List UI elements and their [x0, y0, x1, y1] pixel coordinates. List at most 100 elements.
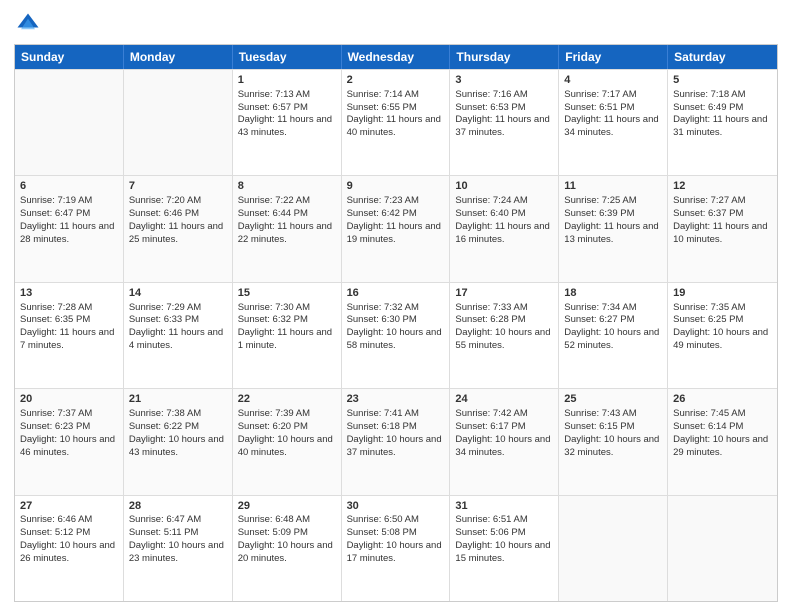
daylight-text: Daylight: 11 hours and 13 minutes.	[564, 221, 658, 245]
daylight-text: Daylight: 10 hours and 40 minutes.	[238, 434, 333, 458]
calendar-body: 1Sunrise: 7:13 AMSunset: 6:57 PMDaylight…	[15, 69, 777, 601]
calendar-cell: 2Sunrise: 7:14 AMSunset: 6:55 PMDaylight…	[342, 70, 451, 175]
daylight-text: Daylight: 11 hours and 4 minutes.	[129, 327, 223, 351]
daylight-text: Daylight: 11 hours and 10 minutes.	[673, 221, 767, 245]
daylight-text: Daylight: 10 hours and 37 minutes.	[347, 434, 442, 458]
calendar-cell: 3Sunrise: 7:16 AM Sunset: 6:53 PMDaylight…	[450, 70, 559, 175]
logo-area	[14, 10, 46, 38]
daylight-text: Daylight: 10 hours and 46 minutes.	[20, 434, 115, 458]
day-number: 22	[238, 392, 336, 407]
daylight-text: Daylight: 10 hours and 20 minutes.	[238, 540, 333, 564]
sunset-text: Sunset: 6:35 PM	[20, 314, 90, 325]
sunset-text: Sunset: 6:17 PM	[455, 421, 525, 432]
calendar-cell: 13Sunrise: 7:28 AMSunset: 6:35 PMDayligh…	[15, 283, 124, 388]
sunrise-text: Sunrise: 6:48 AM	[238, 514, 310, 525]
calendar-cell: 30Sunrise: 6:50 AMSunset: 5:08 PMDayligh…	[342, 496, 451, 601]
daylight-text: Daylight: 10 hours and 52 minutes.	[564, 327, 659, 351]
day-number: 14	[129, 286, 227, 301]
calendar-cell: 31Sunrise: 6:51 AMSunset: 5:06 PMDayligh…	[450, 496, 559, 601]
sunrise-text: Sunrise: 7:42 AM	[455, 408, 527, 419]
calendar-cell: 22Sunrise: 7:39 AMSunset: 6:20 PMDayligh…	[233, 389, 342, 494]
calendar-row-3: 20Sunrise: 7:37 AMSunset: 6:23 PMDayligh…	[15, 388, 777, 494]
sunrise-text: Sunrise: 7:45 AM	[673, 408, 745, 419]
daylight-text: Daylight: 10 hours and 29 minutes.	[673, 434, 768, 458]
sunrise-text: Sunrise: 7:29 AM	[129, 302, 201, 313]
daylight-text: Daylight: 11 hours and 28 minutes.	[20, 221, 114, 245]
sunrise-text: Sunrise: 7:20 AM	[129, 195, 201, 206]
sunrise-text: Sunrise: 7:23 AM	[347, 195, 419, 206]
sunrise-text: Sunrise: 7:19 AM	[20, 195, 92, 206]
sunset-text: Sunset: 5:12 PM	[20, 527, 90, 538]
sunset-text: Sunset: 6:27 PM	[564, 314, 634, 325]
sunset-text: Sunset: 6:22 PM	[129, 421, 199, 432]
sunset-text: Sunset: 6:49 PM	[673, 102, 743, 113]
sunrise-text: Sunrise: 7:37 AM	[20, 408, 92, 419]
day-number: 5	[673, 73, 772, 88]
daylight-text: Daylight: 11 hours and 31 minutes.	[673, 114, 767, 138]
sunrise-text: Sunrise: 7:38 AM	[129, 408, 201, 419]
day-number: 9	[347, 179, 445, 194]
sunset-text: Sunset: 6:33 PM	[129, 314, 199, 325]
sunset-text: Sunset: 6:47 PM	[20, 208, 90, 219]
daylight-text: Daylight: 10 hours and 32 minutes.	[564, 434, 659, 458]
calendar-cell: 26Sunrise: 7:45 AMSunset: 6:14 PMDayligh…	[668, 389, 777, 494]
sunrise-text: Sunrise: 7:41 AM	[347, 408, 419, 419]
day-number: 3	[455, 73, 553, 88]
sunset-text: Sunset: 6:53 PM	[455, 102, 525, 113]
daylight-text: Daylight: 11 hours and 1 minute.	[238, 327, 332, 351]
day-number: 10	[455, 179, 553, 194]
calendar-cell: 21Sunrise: 7:38 AMSunset: 6:22 PMDayligh…	[124, 389, 233, 494]
daylight-text: Daylight: 10 hours and 49 minutes.	[673, 327, 768, 351]
calendar-cell: 6Sunrise: 7:19 AMSunset: 6:47 PMDaylight…	[15, 176, 124, 281]
header-day-tuesday: Tuesday	[233, 45, 342, 69]
calendar-header-row: SundayMondayTuesdayWednesdayThursdayFrid…	[15, 45, 777, 69]
calendar-cell: 27Sunrise: 6:46 AMSunset: 5:12 PMDayligh…	[15, 496, 124, 601]
calendar-row-1: 6Sunrise: 7:19 AMSunset: 6:47 PMDaylight…	[15, 175, 777, 281]
daylight-text: Daylight: 11 hours and 16 minutes.	[455, 221, 549, 245]
sunset-text: Sunset: 6:57 PM	[238, 102, 308, 113]
daylight-text: Daylight: 10 hours and 34 minutes.	[455, 434, 550, 458]
day-number: 18	[564, 286, 662, 301]
sunset-text: Sunset: 6:51 PM	[564, 102, 634, 113]
calendar-cell: 8Sunrise: 7:22 AMSunset: 6:44 PMDaylight…	[233, 176, 342, 281]
logo-icon	[14, 10, 42, 38]
sunrise-text: Sunrise: 7:14 AM	[347, 89, 419, 100]
header	[14, 10, 778, 38]
calendar-cell	[668, 496, 777, 601]
sunrise-text: Sunrise: 7:34 AM	[564, 302, 636, 313]
calendar-cell: 10Sunrise: 7:24 AMSunset: 6:40 PMDayligh…	[450, 176, 559, 281]
sunrise-text: Sunrise: 6:46 AM	[20, 514, 92, 525]
calendar-cell: 28Sunrise: 6:47 AMSunset: 5:11 PMDayligh…	[124, 496, 233, 601]
calendar-cell: 18Sunrise: 7:34 AMSunset: 6:27 PM Dayligh…	[559, 283, 668, 388]
daylight-text: Daylight: 10 hours and 23 minutes.	[129, 540, 224, 564]
sunset-text: Sunset: 6:37 PM	[673, 208, 743, 219]
sunset-text: Sunset: 6:14 PM	[673, 421, 743, 432]
day-number: 11	[564, 179, 662, 194]
day-number: 15	[238, 286, 336, 301]
sunrise-text: Sunrise: 7:35 AM	[673, 302, 745, 313]
daylight-text: Daylight: 11 hours and 7 minutes.	[20, 327, 114, 351]
sunrise-text: Sunrise: 7:18 AM	[673, 89, 745, 100]
sunset-text: Sunset: 6:15 PM	[564, 421, 634, 432]
sunrise-text: Sunrise: 7:13 AM	[238, 89, 310, 100]
sunset-text: Sunset: 6:25 PM	[673, 314, 743, 325]
sunrise-text: Sunrise: 7:16 AM	[455, 89, 527, 100]
daylight-text: Daylight: 11 hours and 37 minutes.	[455, 114, 549, 138]
sunset-text: Sunset: 6:32 PM	[238, 314, 308, 325]
day-number: 28	[129, 499, 227, 514]
calendar-cell: 12Sunrise: 7:27 AMSunset: 6:37 PMDayligh…	[668, 176, 777, 281]
sunset-text: Sunset: 6:44 PM	[238, 208, 308, 219]
sunset-text: Sunset: 6:18 PM	[347, 421, 417, 432]
sunrise-text: Sunrise: 7:32 AM	[347, 302, 419, 313]
day-number: 27	[20, 499, 118, 514]
day-number: 21	[129, 392, 227, 407]
sunrise-text: Sunrise: 7:24 AM	[455, 195, 527, 206]
header-day-friday: Friday	[559, 45, 668, 69]
calendar-cell: 20Sunrise: 7:37 AMSunset: 6:23 PMDayligh…	[15, 389, 124, 494]
header-day-sunday: Sunday	[15, 45, 124, 69]
calendar-cell: 5Sunrise: 7:18 AM Sunset: 6:49 PMDaylight…	[668, 70, 777, 175]
sunset-text: Sunset: 6:23 PM	[20, 421, 90, 432]
calendar-cell: 4Sunrise: 7:17 AMSunset: 6:51 PMDaylight…	[559, 70, 668, 175]
sunset-text: Sunset: 6:30 PM	[347, 314, 417, 325]
day-number: 31	[455, 499, 553, 514]
